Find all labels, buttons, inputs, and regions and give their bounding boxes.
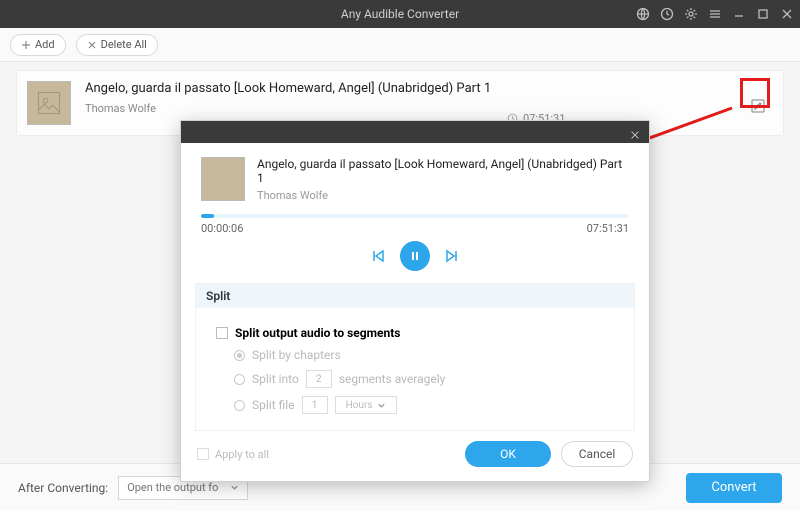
next-track-icon[interactable]: [444, 248, 460, 264]
apply-to-all[interactable]: Apply to all: [197, 448, 269, 461]
split-by-chapters-row[interactable]: Split by chapters: [234, 348, 618, 362]
close-icon[interactable]: [629, 126, 641, 138]
cancel-button[interactable]: Cancel: [561, 441, 633, 467]
radio-icon[interactable]: [234, 374, 245, 385]
modal-titlebar: [181, 121, 649, 143]
time-unit-select[interactable]: Hours: [335, 396, 397, 414]
file-count-input[interactable]: 1: [302, 396, 328, 414]
ok-button[interactable]: OK: [465, 441, 551, 467]
time-total: 07:51:31: [587, 222, 629, 235]
split-panel: Split Split output audio to segments Spl…: [195, 283, 635, 431]
split-enable-row[interactable]: Split output audio to segments: [216, 326, 618, 340]
split-heading: Split: [196, 284, 634, 308]
playback-progress[interactable]: [201, 214, 629, 218]
time-elapsed: 00:00:06: [201, 222, 243, 235]
checkbox-icon[interactable]: [216, 327, 228, 339]
time-labels: 00:00:06 07:51:31: [201, 222, 629, 235]
segments-input[interactable]: 2: [306, 370, 332, 388]
split-by-chapters-label: Split by chapters: [252, 348, 341, 362]
player-controls: [181, 241, 649, 271]
modal-author: Thomas Wolfe: [257, 189, 629, 202]
checkbox-icon[interactable]: [197, 448, 209, 460]
split-modal: Angelo, guarda il passato [Look Homeward…: [180, 120, 650, 482]
chevron-down-icon: [377, 401, 386, 410]
modal-footer: Apply to all OK Cancel: [181, 431, 649, 481]
modal-overlay: Angelo, guarda il passato [Look Homeward…: [0, 0, 800, 511]
progress-fill: [201, 214, 214, 218]
prev-track-icon[interactable]: [370, 248, 386, 264]
play-pause-button[interactable]: [400, 241, 430, 271]
modal-title: Angelo, guarda il passato [Look Homeward…: [257, 157, 629, 185]
modal-header: Angelo, guarda il passato [Look Homeward…: [181, 143, 649, 208]
split-into-row[interactable]: Split into 2 segments averagely: [234, 370, 618, 388]
album-art-thumb: [201, 157, 245, 201]
pause-icon: [409, 250, 421, 262]
radio-icon[interactable]: [234, 400, 245, 411]
split-file-row[interactable]: Split file 1 Hours: [234, 396, 618, 414]
radio-icon[interactable]: [234, 350, 245, 361]
split-enable-label: Split output audio to segments: [235, 326, 400, 340]
